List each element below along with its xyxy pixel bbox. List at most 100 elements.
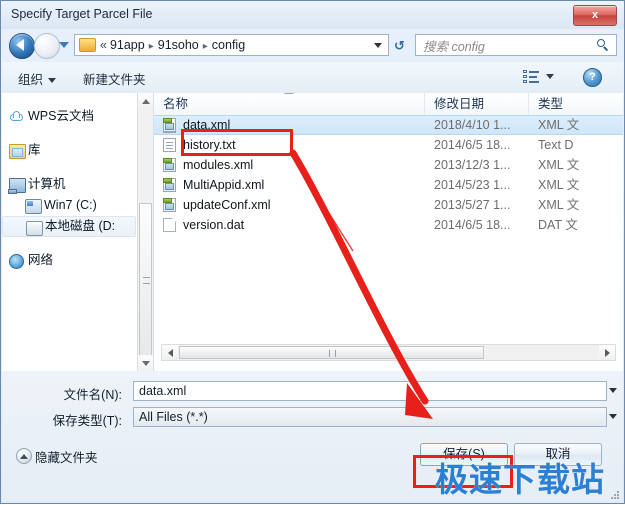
xml-file-icon [163,118,176,132]
scroll-down-icon[interactable] [138,355,153,371]
sidebar-label-0: WPS云文档 [28,109,94,123]
hide-folders-label: 隐藏文件夹 [35,451,98,465]
file-date-cell: 2014/5/23 1... [434,178,511,192]
navigation-pane: WPS云文档 库 计算机 Win7 (C:) 本地磁盘 (D: 网络 [2,93,154,371]
file-date-cell: 2014/6/5 18... [434,218,511,232]
toolbar: 组织 新建文件夹 ? [2,62,623,94]
title-bar: Specify Target Parcel File x [1,1,624,29]
new-folder-button[interactable]: 新建文件夹 [83,69,146,88]
search-input[interactable]: 搜索 config [415,34,617,56]
chevron-down-icon-view[interactable] [546,74,554,79]
table-row[interactable]: updateConf.xml 2013/5/27 1... XML 文 [154,195,623,215]
sidebar-item-library[interactable]: 库 [2,140,136,161]
filename-input[interactable]: data.xml [133,381,607,401]
scroll-thumb[interactable] [139,203,152,358]
sidebar-label-2: 计算机 [28,177,66,191]
chevron-down-icon-filename[interactable] [609,388,617,393]
close-button[interactable]: x [573,5,617,26]
filename-label: 文件名(N): [63,388,122,402]
refresh-icon[interactable]: ↺ [394,38,405,54]
sidebar-item-win7-c[interactable]: Win7 (C:) [2,195,136,216]
horizontal-scroll-thumb[interactable] [179,346,484,359]
chevron-down-icon-history[interactable] [59,42,69,48]
savetype-select[interactable]: All Files (*.*) [133,407,607,427]
list-view-icon[interactable] [523,70,539,84]
file-type-cell: XML 文 [538,158,580,172]
forward-arrow-icon[interactable] [34,33,60,59]
chevron-down-icon-organize [48,78,57,84]
scroll-right-icon[interactable] [599,345,615,360]
file-type-cell: XML 文 [538,178,580,192]
search-placeholder: 搜索 config [423,39,485,54]
column-header-name-label: 名称 [163,97,189,111]
network-icon [9,254,24,269]
address-bar: «91app ▸ 91soho ▸ config ↺ 搜索 config [1,29,624,61]
file-date-cell: 2013/5/27 1... [434,198,511,212]
file-list-pane: 名称 修改日期 类型 data.xml 2018/4/10 1... XML 文… [154,93,623,371]
drive-icon [26,221,43,236]
sidebar-item-wps-cloud[interactable]: WPS云文档 [2,106,136,127]
resize-grip-icon[interactable] [608,488,619,499]
chevron-up-circle-icon [16,448,32,464]
breadcrumb-item-1[interactable]: 91soho [158,38,199,52]
column-header-date[interactable]: 修改日期 [425,93,529,115]
sidebar-item-network[interactable]: 网络 [2,250,136,271]
sidebar-item-local-disk-d[interactable]: 本地磁盘 (D: [2,216,136,237]
breadcrumb-item-2[interactable]: config [212,38,245,52]
sidebar-label-4: 本地磁盘 (D: [45,219,116,233]
hide-folders-button[interactable]: 隐藏文件夹 [16,447,98,466]
file-name-cell: updateConf.xml [183,198,271,212]
column-header-type[interactable]: 类型 [529,93,623,115]
navigation-scrollbar[interactable] [137,93,153,371]
library-icon [9,144,26,159]
drive-system-icon [25,199,42,214]
file-name-cell: modules.xml [183,158,254,172]
file-type-cell: DAT 文 [538,218,578,232]
window-title: Specify Target Parcel File [11,7,153,21]
breadcrumb-overflow-chevron[interactable]: « [100,38,107,52]
scroll-up-icon[interactable] [138,93,153,109]
breadcrumb-sep-0: ▸ [148,41,154,52]
breadcrumb: «91app ▸ 91soho ▸ config [100,38,245,52]
back-arrow-icon[interactable] [9,33,35,59]
sort-ascending-icon [284,93,294,94]
search-icon [597,39,609,51]
scroll-left-icon[interactable] [162,345,178,360]
chevron-down-icon-address[interactable] [374,43,382,48]
save-file-dialog: Specify Target Parcel File x «91app ▸ 91so… [0,0,625,504]
file-rows: data.xml 2018/4/10 1... XML 文 history.tx… [154,115,623,235]
table-row[interactable]: version.dat 2014/6/5 18... DAT 文 [154,215,623,235]
table-row[interactable]: MultiAppid.xml 2014/5/23 1... XML 文 [154,175,623,195]
organize-menu-button[interactable]: 组织 [18,69,57,88]
file-list-horizontal-scrollbar[interactable] [161,344,616,361]
file-name-cell: MultiAppid.xml [183,178,265,192]
file-date-cell: 2018/4/10 1... [434,118,511,132]
breadcrumb-item-0[interactable]: 91app [110,38,145,52]
cancel-button[interactable]: 取消 [514,443,602,466]
breadcrumb-sep-1: ▸ [202,41,208,52]
chevron-down-icon-savetype[interactable] [609,414,617,419]
table-row[interactable]: data.xml 2018/4/10 1... XML 文 [154,115,623,135]
sidebar-item-computer[interactable]: 计算机 [2,174,136,195]
sidebar-label-1: 库 [28,143,41,157]
folder-icon [79,38,96,52]
table-row[interactable]: history.txt 2014/6/5 18... Text D [154,135,623,155]
table-row[interactable]: modules.xml 2013/12/3 1... XML 文 [154,155,623,175]
file-name-cell: history.txt [183,138,236,152]
file-type-cell: Text D [538,138,574,152]
dialog-footer: 文件名(N): data.xml 保存类型(T): All Files (*.*… [2,371,623,502]
sidebar-label-3: Win7 (C:) [44,198,97,212]
organize-label: 组织 [18,73,44,87]
file-date-cell: 2014/6/5 18... [434,138,511,152]
column-header-row: 名称 修改日期 类型 [154,93,623,116]
sidebar-label-5: 网络 [28,253,54,267]
cloud-icon [9,110,24,123]
navigation-list: WPS云文档 库 计算机 Win7 (C:) 本地磁盘 (D: 网络 [2,93,136,271]
file-type-cell: XML 文 [538,198,580,212]
column-header-name[interactable]: 名称 [154,93,425,115]
savetype-label: 保存类型(T): [52,414,122,428]
help-icon[interactable]: ? [583,68,602,87]
address-path-box[interactable]: «91app ▸ 91soho ▸ config [74,34,389,56]
save-button[interactable]: 保存(S) [420,443,508,466]
file-type-cell: XML 文 [538,118,580,132]
